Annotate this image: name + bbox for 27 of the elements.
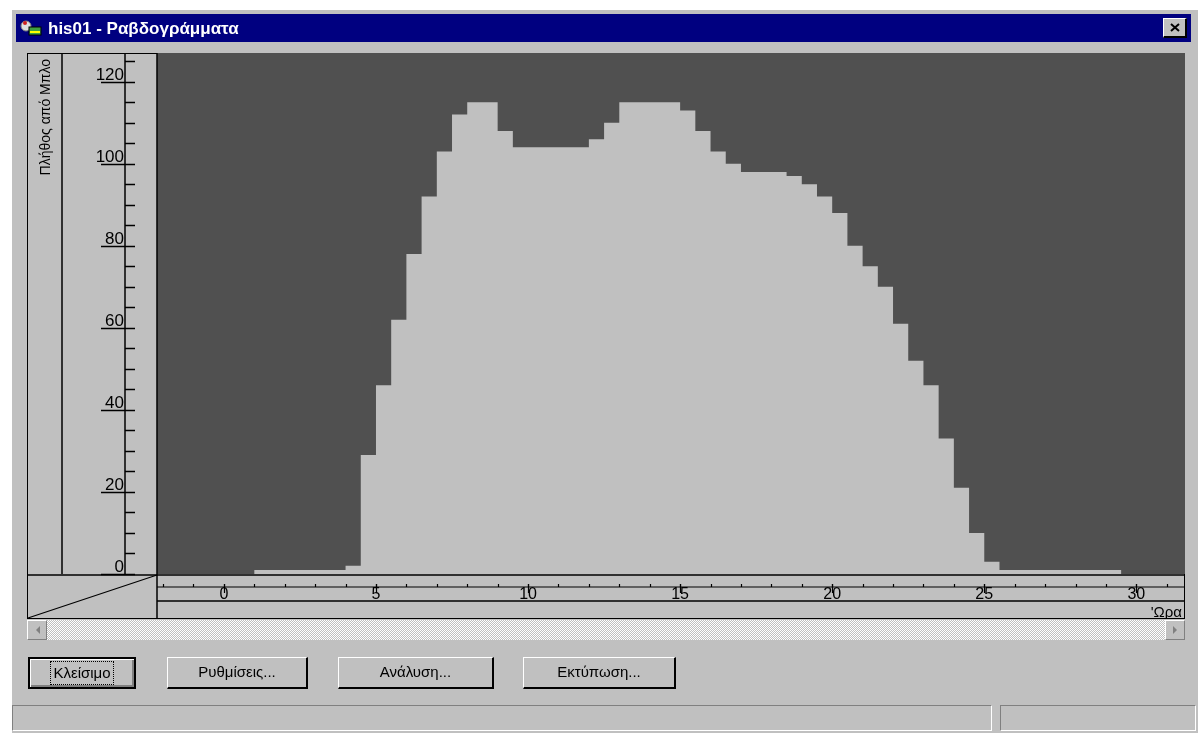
axis-tick-label: 20 [823, 585, 842, 602]
close-icon [1169, 23, 1180, 32]
y-axis-title: Πλήθος από Μπλο [37, 59, 53, 176]
dialog-button[interactable]: Κλείσιμο [28, 657, 136, 689]
axis-tick-label: 0 [114, 557, 124, 576]
dialog-button[interactable]: Εκτύπωση... [523, 657, 676, 689]
axis-tick-label: 20 [105, 474, 124, 494]
axis-tick-label: 80 [105, 228, 124, 248]
axis-tick-label: 10 [519, 585, 537, 602]
dialog-button[interactable]: Ρυθμίσεις... [167, 657, 308, 689]
axis-tick-label: 0 [219, 585, 229, 602]
close-button[interactable] [1163, 18, 1187, 38]
axis-tick-label: 40 [105, 392, 124, 412]
scrollbar[interactable] [27, 620, 1185, 640]
scroll-left-button[interactable] [27, 620, 47, 640]
axis-tick-label: 30 [1127, 585, 1146, 602]
axis-tick-label: 25 [975, 585, 994, 602]
dialog-button[interactable]: Ανάλυση... [338, 657, 494, 689]
axis-tick-label: 100 [95, 146, 124, 166]
right-arrow-icon [1172, 626, 1178, 634]
axis-tick-label: 60 [105, 310, 124, 330]
axis-tick-label: 15 [671, 585, 689, 602]
app-icon [20, 19, 42, 37]
window-title: his01 - Ραβδογράμματα [48, 19, 239, 37]
scroll-right-button[interactable] [1165, 620, 1185, 640]
axis-tick-label: 120 [95, 64, 124, 84]
left-arrow-icon [34, 626, 40, 634]
